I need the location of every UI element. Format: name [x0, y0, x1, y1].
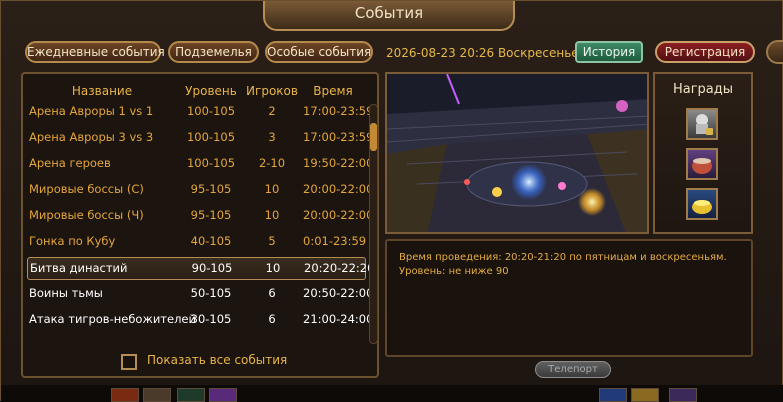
rewards-title: Награды	[672, 82, 734, 97]
lock-icon	[706, 128, 713, 135]
event-row[interactable]: Гонка по Кубу 40-105 5 0:01-23:59	[27, 231, 366, 254]
event-level: 95-105	[190, 182, 232, 196]
gold-bowl-icon[interactable]	[686, 188, 718, 220]
description-time: Время проведения: 20:20-21:20 по пятница…	[399, 252, 727, 263]
header-time: Время	[313, 84, 353, 98]
hotbar-skill-1[interactable]	[111, 388, 139, 402]
show-all-checkbox[interactable]	[121, 354, 137, 370]
event-name: Арена Авроры 1 vs 1	[29, 104, 154, 118]
event-name: Воины тьмы	[29, 286, 103, 300]
hotbar-skill-6[interactable]	[631, 388, 659, 402]
header-players: Игроков	[246, 84, 298, 98]
event-name: Гонка по Кубу	[29, 234, 116, 248]
scroll-thumb[interactable]	[370, 123, 377, 151]
event-row[interactable]: Битва династий 90-105 10 20:20-22:20	[27, 257, 375, 280]
event-level: 100-105	[186, 104, 236, 118]
event-row[interactable]: Атака тигров-небожителей 30-105 6 21:00-24:…	[27, 309, 374, 332]
show-all-label: Показать все события	[147, 353, 288, 367]
event-row[interactable]: Арена героев 100-105 2-10 19:50-22:00	[27, 153, 374, 176]
event-time: 20:50-22:00	[303, 286, 374, 300]
event-name: Арена Авроры 3 vs 3	[29, 130, 154, 144]
tab-dungeons[interactable]: Подземелья	[168, 41, 259, 63]
teleport-button[interactable]: Телепорт	[535, 361, 611, 378]
tab-special-events[interactable]: Особые события	[265, 41, 373, 63]
event-level: 95-105	[190, 208, 232, 222]
side-close-handle[interactable]	[766, 40, 783, 64]
event-row[interactable]: Мировые боссы (С) 95-105 10 20:00-22:00	[27, 179, 374, 202]
tab-daily-events[interactable]: Ежедневные события	[25, 41, 165, 63]
event-level: 30-105	[190, 312, 232, 326]
event-players: 10	[264, 208, 280, 222]
event-time: 20:00-22:00	[303, 182, 374, 196]
event-name: Арена героев	[29, 156, 111, 170]
event-players: 6	[268, 286, 276, 300]
cauldron-icon[interactable]	[686, 148, 718, 180]
hotbar-skill-3[interactable]	[177, 388, 205, 402]
server-datetime: 2026-08-23 20:26 Воскресенье	[386, 46, 579, 60]
event-players: 10	[264, 182, 280, 196]
event-name: Мировые боссы (С)	[29, 182, 144, 196]
event-players: 10	[265, 261, 281, 275]
events-scrollbar[interactable]	[369, 104, 378, 344]
event-players: 2	[268, 104, 276, 118]
header-name: Название	[71, 84, 133, 98]
event-level: 100-105	[186, 130, 236, 144]
event-time: 19:50-22:00	[303, 156, 374, 170]
event-time: 17:00-23:59	[303, 130, 374, 144]
history-button[interactable]: История	[575, 41, 643, 63]
register-button[interactable]: Регистрация	[655, 41, 755, 63]
events-window: События Ежедневные события Подземелья Ос…	[0, 0, 783, 402]
armor-icon[interactable]	[686, 108, 718, 140]
description-level: Уровень: не ниже 90	[399, 266, 509, 277]
event-level: 90-105	[191, 261, 233, 275]
event-level: 100-105	[186, 156, 236, 170]
event-level: 50-105	[190, 286, 232, 300]
event-row[interactable]: Арена Авроры 1 vs 1 100-105 2 17:00-23:59	[27, 101, 374, 124]
event-time: 0:01-23:59	[303, 234, 367, 248]
header-level: Уровень	[185, 84, 237, 98]
hotbar-skill-7[interactable]	[669, 388, 697, 402]
event-time: 20:20-22:20	[304, 261, 375, 275]
event-row[interactable]: Арена Авроры 3 vs 3 100-105 3 17:00-23:59	[27, 127, 374, 150]
event-description: Время проведения: 20:20-21:20 по пятница…	[385, 239, 753, 357]
event-time: 17:00-23:59	[303, 104, 374, 118]
event-time: 21:00-24:00	[303, 312, 374, 326]
window-title: События	[263, 1, 515, 31]
event-players: 3	[268, 130, 276, 144]
event-time: 20:00-22:00	[303, 208, 374, 222]
event-name: Атака тигров-небожителей	[29, 312, 196, 326]
event-players: 6	[268, 312, 276, 326]
hotbar-skill-2[interactable]	[143, 388, 171, 402]
hotbar-skill-5[interactable]	[599, 388, 627, 402]
event-preview-image	[385, 72, 649, 234]
hotbar-skill-4[interactable]	[209, 388, 237, 402]
event-row[interactable]: Мировые боссы (Ч) 95-105 10 20:00-22:00	[27, 205, 374, 228]
event-players: 2-10	[258, 156, 286, 170]
event-level: 40-105	[190, 234, 232, 248]
event-row[interactable]: Воины тьмы 50-105 6 20:50-22:00	[27, 283, 374, 306]
event-players: 5	[268, 234, 276, 248]
event-name: Битва династий	[30, 261, 128, 275]
event-name: Мировые боссы (Ч)	[29, 208, 144, 222]
events-table: Название Уровень Игроков Время Арена Авр…	[21, 72, 379, 378]
arena-scene	[387, 74, 647, 232]
rewards-panel: Награды	[653, 72, 753, 234]
